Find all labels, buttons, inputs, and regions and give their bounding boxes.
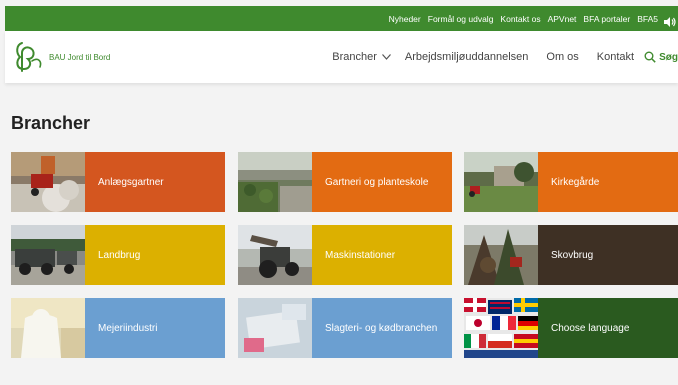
nav-brancher-label: Brancher [332,51,377,63]
topbar-link-kontakt-os[interactable]: Kontakt os [500,14,540,24]
tile-label: Maskinstationer [312,225,452,285]
site-logo[interactable]: BAU Jord til Bord [12,39,110,73]
anlaegsgartner-image [11,152,85,212]
maskinstationer-image [238,225,312,285]
tile-label: Gartneri og planteskole [312,152,452,212]
tile-label: Kirkegårde [538,152,678,212]
site-header: BAU Jord til Bord Brancher Arbejdsmiljøu… [5,31,678,83]
tile-slagteri[interactable]: Slagteri- og kødbranchen [238,298,452,358]
speaker-icon[interactable] [664,14,676,27]
search-button[interactable]: Søg [644,51,678,63]
flags-image [464,298,538,358]
tile-kirkegaarde[interactable]: Kirkegårde [464,152,678,212]
mejeriindustri-image [11,298,85,358]
topbar-link-bfa-portaler[interactable]: BFA portaler [583,14,630,24]
tile-label: Skovbrug [538,225,678,285]
tile-landbrug[interactable]: Landbrug [11,225,225,285]
skovbrug-image [464,225,538,285]
landbrug-image [11,225,85,285]
tile-label: Anlægsgartner [85,152,225,212]
top-utility-bar: Nyheder Formål og udvalg Kontakt os APVn… [5,6,678,31]
tile-label: Choose language [538,298,678,358]
logo-text: BAU Jord til Bord [49,52,111,62]
chevron-down-icon [381,54,391,60]
tile-choose-language[interactable]: Choose language [464,298,678,358]
nav-kontakt[interactable]: Kontakt [597,51,634,63]
search-icon [644,51,656,63]
gartneri-image [238,152,312,212]
tile-label: Slagteri- og kødbranchen [312,298,452,358]
topbar-link-formaal[interactable]: Formål og udvalg [428,14,494,24]
kirkegaarde-image [464,152,538,212]
tile-label: Landbrug [85,225,225,285]
bau-logo-icon [16,42,42,72]
nav-brancher[interactable]: Brancher [332,51,391,63]
search-label: Søg [659,51,678,63]
slagteri-image [238,298,312,358]
topbar-link-apvnet[interactable]: APVnet [548,14,577,24]
tile-skovbrug[interactable]: Skovbrug [464,225,678,285]
topbar-link-bfa5[interactable]: BFA5 [637,14,658,24]
tile-gartneri[interactable]: Gartneri og planteskole [238,152,452,212]
page-title: Brancher [11,113,91,133]
tile-anlaegsgartner[interactable]: Anlægsgartner [11,152,225,212]
topbar-link-nyheder[interactable]: Nyheder [389,14,421,24]
tile-label: Mejeriindustri [85,298,225,358]
main-nav: Brancher Arbejdsmiljøuddannelsen Om os K… [332,51,678,63]
tile-mejeriindustri[interactable]: Mejeriindustri [11,298,225,358]
nav-arbejdsmiljo[interactable]: Arbejdsmiljøuddannelsen [405,51,529,63]
nav-om-os[interactable]: Om os [546,51,578,63]
tile-maskinstationer[interactable]: Maskinstationer [238,225,452,285]
